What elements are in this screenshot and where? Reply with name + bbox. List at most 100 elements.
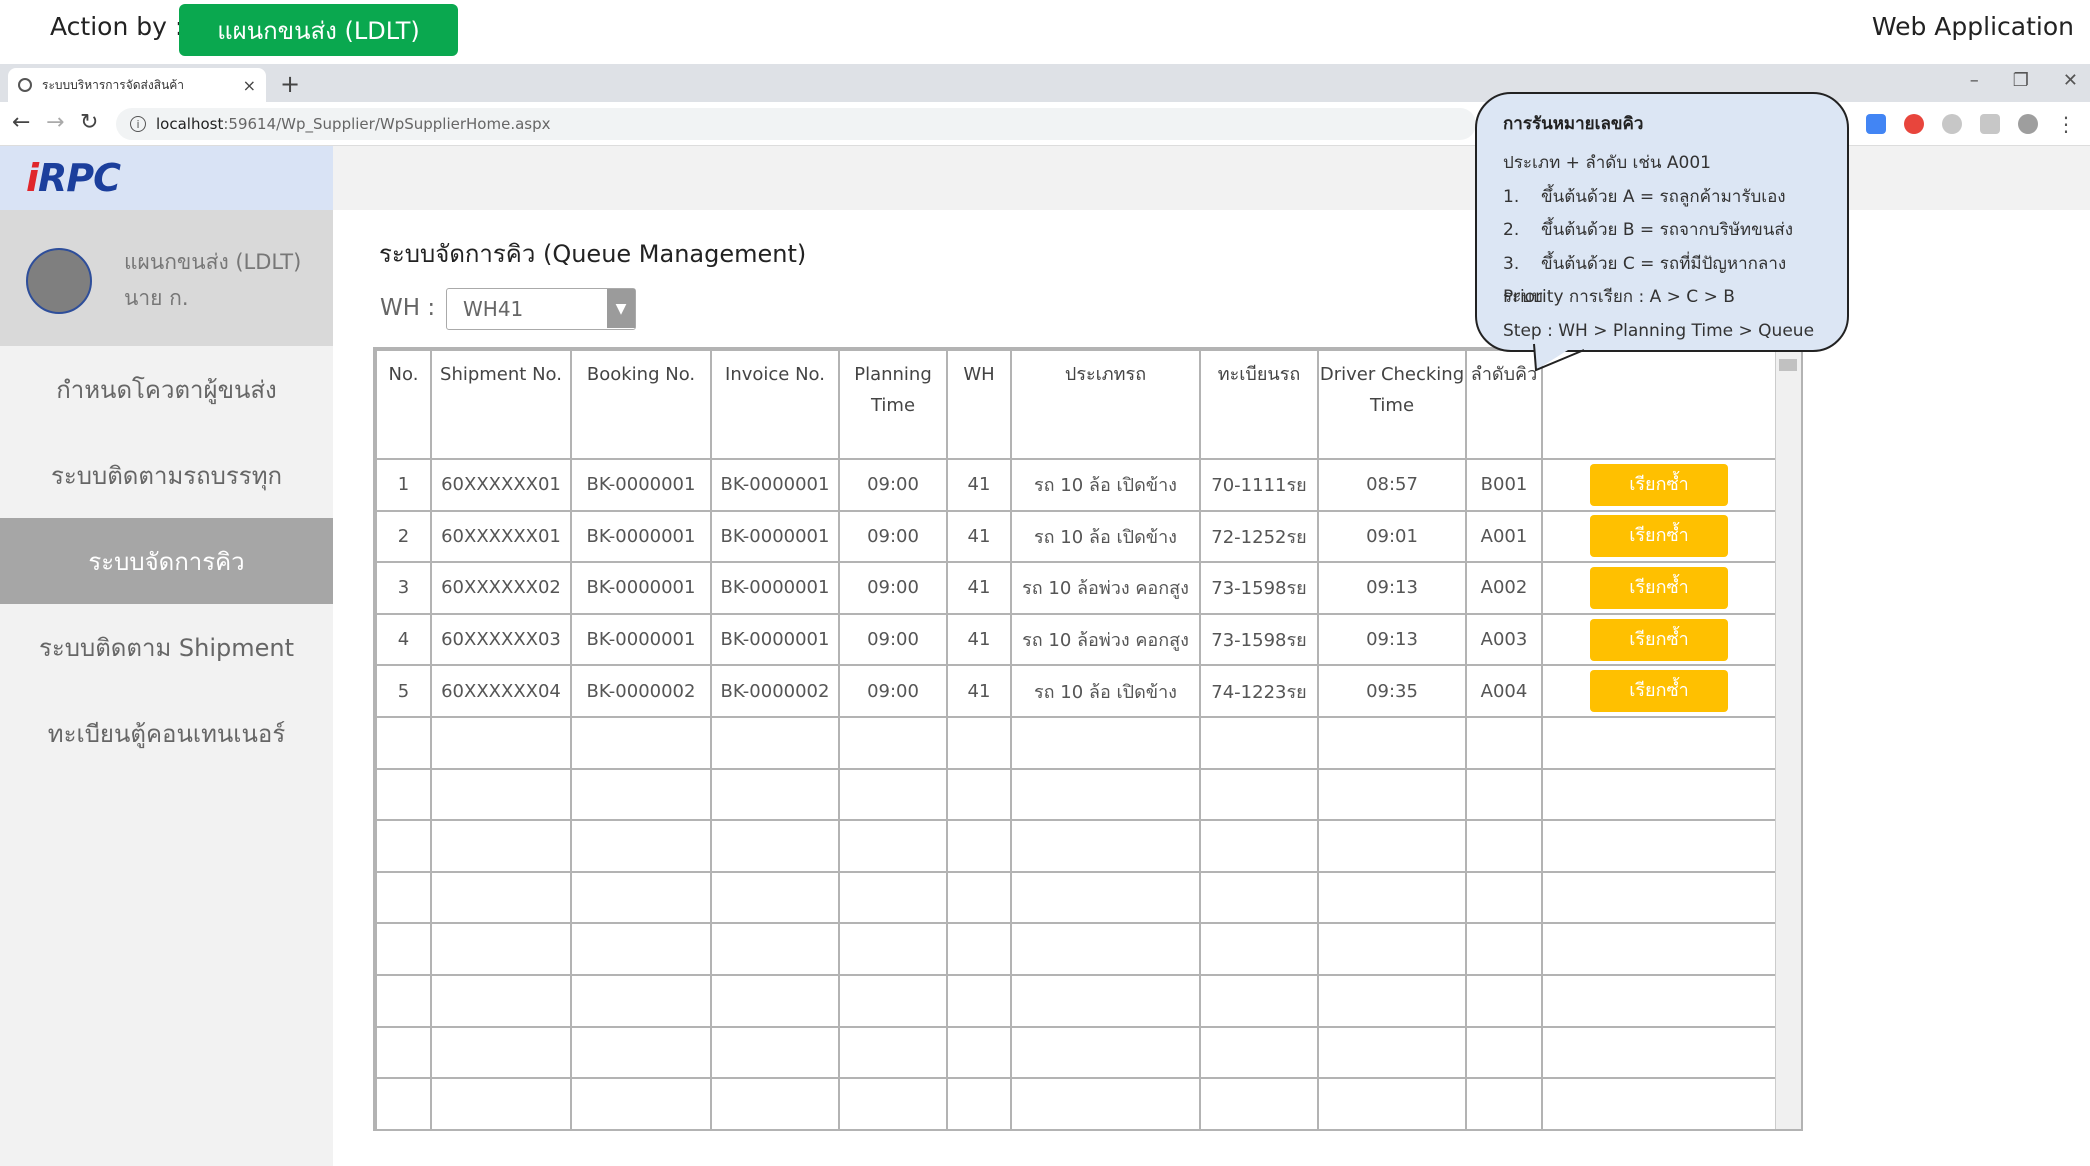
table-row: 2 60XXXXXX01 BK-0000001 BK-0000001 09:00 41 รถ… (375, 509, 1777, 564)
empty-table-row (375, 870, 1777, 925)
back-icon[interactable]: ← (12, 110, 30, 135)
table-cell (1199, 767, 1319, 822)
table-row: 3 60XXXXXX02 BK-0000001 BK-0000001 09:00 41 รถ… (375, 561, 1777, 615)
reload-icon[interactable]: ↻ (80, 110, 98, 135)
table-cell (838, 922, 948, 976)
callout-item: 3. ขึ้นต้นด้วย C = รถที่มีปัญหากลางระบบ (1503, 253, 1787, 308)
profile-department: แผนกขนส่ง (LDLT) (124, 250, 302, 274)
table-cell (1199, 1077, 1319, 1131)
table-cell (946, 922, 1012, 976)
table-cell (1317, 922, 1467, 976)
minimize-icon[interactable]: – (1970, 70, 1979, 91)
column-header: Invoice No. (710, 349, 840, 460)
translate-extension-icon[interactable] (1866, 114, 1886, 134)
actor-button[interactable]: แผนกขนส่ง (LDLT) (179, 4, 458, 56)
empty-table-row (375, 973, 1777, 1028)
table-cell (570, 819, 712, 873)
table-cell: 60XXXXXX04 (430, 664, 572, 718)
table-cell: 73-1598รย (1199, 561, 1319, 615)
table-cell: 73-1598รย (1199, 612, 1319, 667)
table-scrollbar[interactable] (1775, 349, 1801, 1129)
url-path: :59614/Wp_Supplier/WpSupplierHome.aspx (223, 115, 551, 133)
recall-button[interactable]: เรียกซ้ำ (1590, 618, 1728, 661)
recall-button[interactable]: เรียกซ้ำ (1590, 463, 1728, 506)
table-cell: 41 (946, 458, 1012, 512)
close-window-icon[interactable]: ✕ (2063, 70, 2078, 91)
table-cell: 09:01 (1317, 509, 1467, 564)
table-cell (570, 973, 712, 1028)
column-header: Planning Time (838, 349, 948, 460)
table-cell: 60XXXXXX03 (430, 612, 572, 667)
table-cell: 09:00 (838, 561, 948, 615)
globe-icon (18, 78, 32, 92)
table-cell: 08:57 (1317, 458, 1467, 512)
sidebar-item-container-registry[interactable]: ทะเบียนตู้คอนเทนเนอร์ (0, 690, 333, 776)
scrollbar-thumb[interactable] (1779, 359, 1797, 371)
close-tab-icon[interactable]: × (243, 76, 256, 95)
table-cell (1465, 767, 1543, 822)
browser-tab[interactable]: ระบบบริหารการจัดส่งสินค้า × (8, 68, 266, 102)
sidebar-item-shipment-tracking[interactable]: ระบบติดตาม Shipment (0, 604, 333, 690)
table-cell (1317, 1025, 1467, 1080)
table-cell: 74-1223รย (1199, 664, 1319, 718)
queue-numbering-callout: การรันหมายเลขคิว ประเภท + ลำดับ เช่น A00… (1475, 92, 1849, 352)
info-icon[interactable]: i (130, 116, 146, 132)
callout-priority: Priority การเรียก : A > C > B (1503, 287, 1735, 307)
restore-icon[interactable]: ❐ (2013, 70, 2029, 91)
table-cell (375, 819, 432, 873)
table-cell (946, 870, 1012, 925)
table-cell: BK-0000001 (570, 612, 712, 667)
table-cell: รถ 10 ล้อ เปิดข้าง (1010, 664, 1201, 718)
table-cell: 2 (375, 509, 432, 564)
table-cell: 72-1252รย (1199, 509, 1319, 564)
url-field[interactable]: i localhost:59614/Wp_Supplier/WpSupplier… (116, 108, 1476, 140)
table-cell (1199, 973, 1319, 1028)
column-header: No. (375, 349, 432, 460)
table-cell (1317, 1077, 1467, 1131)
table-cell: 09:35 (1317, 664, 1467, 718)
wh-dropdown[interactable]: WH41 ▼ (446, 288, 636, 330)
recall-button[interactable]: เรียกซ้ำ (1590, 566, 1728, 609)
web-application-label: Web Application (1871, 12, 2074, 41)
extension-icons: ⋮ (1866, 112, 2076, 136)
table-cell (430, 1077, 572, 1131)
browser-menu-icon[interactable]: ⋮ (2056, 112, 2076, 136)
table-cell (1465, 922, 1543, 976)
table-cell (946, 1025, 1012, 1080)
table-cell (375, 1077, 432, 1131)
table-cell (1465, 870, 1543, 925)
block-extension-icon[interactable] (1904, 114, 1924, 134)
table-cell (1010, 1077, 1201, 1131)
table-cell (1199, 715, 1319, 770)
forward-icon[interactable]: → (46, 110, 64, 135)
table-cell (1010, 870, 1201, 925)
recall-button[interactable]: เรียกซ้ำ (1590, 515, 1728, 558)
sidebar-item-truck-tracking[interactable]: ระบบติดตามรถบรรทุก (0, 432, 333, 518)
table-cell (1541, 973, 1777, 1028)
chevron-down-icon[interactable]: ▼ (607, 289, 635, 328)
table-cell (1541, 715, 1777, 770)
empty-table-row (375, 819, 1777, 873)
table-cell (1317, 973, 1467, 1028)
column-header: ทะเบียนรถ (1199, 349, 1319, 460)
logo-area: iRPC (0, 146, 333, 210)
table-cell (430, 922, 572, 976)
table-cell (838, 819, 948, 873)
table-cell (570, 1077, 712, 1131)
table-cell (710, 819, 840, 873)
table-cell: 60XXXXXX01 (430, 509, 572, 564)
table-cell (838, 1077, 948, 1131)
sidebar-item-queue-management[interactable]: ระบบจัดการคิว (0, 518, 333, 604)
new-tab-button[interactable]: + (280, 70, 300, 98)
table-cell (1465, 1025, 1543, 1080)
empty-table-row (375, 767, 1777, 822)
callout-line: ประเภท + ลำดับ เช่น A001 (1503, 153, 1711, 173)
queue-table: No. Shipment No. Booking No. Invoice No.… (375, 349, 1777, 1131)
profile-icon[interactable] (2018, 114, 2038, 134)
cast-extension-icon[interactable] (1980, 114, 2000, 134)
speed-extension-icon[interactable] (1942, 114, 1962, 134)
table-cell (430, 1025, 572, 1080)
table-cell (375, 922, 432, 976)
recall-button[interactable]: เรียกซ้ำ (1590, 670, 1728, 713)
sidebar-item-quota[interactable]: กำหนดโควตาผู้ขนส่ง (0, 346, 333, 432)
